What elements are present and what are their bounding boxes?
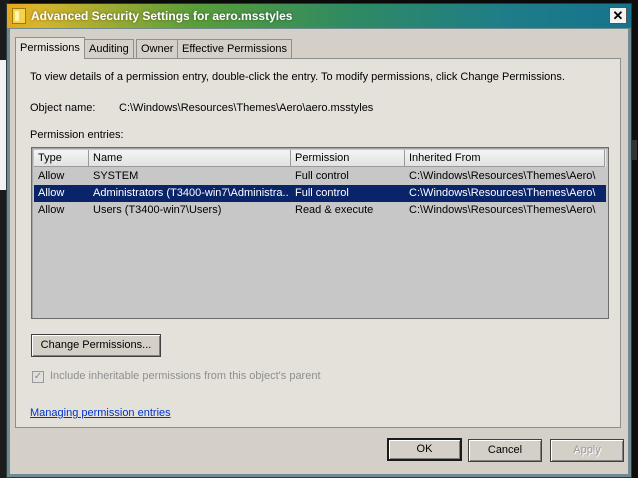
permission-entries-list[interactable]: Type Name Permission Inherited From Allo… — [31, 147, 609, 319]
table-row[interactable]: Allow SYSTEM Full control C:\Windows\Res… — [34, 168, 606, 185]
dialog-client-area: Permissions Auditing Owner Effective Per… — [10, 29, 628, 474]
change-permissions-button[interactable]: Change Permissions... — [31, 334, 161, 357]
cell-type: Allow — [38, 204, 65, 216]
apply-button[interactable]: Apply — [550, 439, 624, 462]
column-header-type[interactable]: Type — [34, 150, 89, 167]
cell-type: Allow — [38, 170, 65, 182]
cell-inherited-from: C:\Windows\Resources\Themes\Aero\ — [409, 187, 596, 199]
instructions-text: To view details of a permission entry, d… — [30, 71, 565, 83]
tab-auditing[interactable]: Auditing — [84, 39, 134, 58]
cell-name: Users (T3400-win7\Users) — [93, 204, 222, 216]
cancel-button[interactable]: Cancel — [468, 439, 542, 462]
folder-icon — [12, 8, 26, 24]
cell-inherited-from: C:\Windows\Resources\Themes\Aero\ — [409, 170, 596, 182]
ok-button[interactable]: OK — [387, 438, 462, 461]
inherit-permissions-label: Include inheritable permissions from thi… — [50, 370, 321, 382]
tab-effective-permissions[interactable]: Effective Permissions — [177, 39, 292, 58]
cell-name: Administrators (T3400-win7\Administra... — [93, 187, 289, 199]
column-header-permission[interactable]: Permission — [291, 150, 405, 167]
tab-permissions[interactable]: Permissions — [15, 37, 85, 59]
tab-owner[interactable]: Owner — [136, 39, 179, 58]
cell-inherited-from: C:\Windows\Resources\Themes\Aero\ — [409, 204, 596, 216]
table-row[interactable]: Allow Users (T3400-win7\Users) Read & ex… — [34, 202, 606, 219]
object-name-label: Object name: — [30, 102, 96, 114]
advanced-security-settings-dialog: Advanced Security Settings for aero.msst… — [6, 3, 632, 478]
column-header-inherited-from[interactable]: Inherited From — [405, 150, 605, 167]
cell-name: SYSTEM — [93, 170, 139, 182]
table-row-selected[interactable]: Allow Administrators (T3400-win7\Adminis… — [34, 185, 606, 202]
window-title: Advanced Security Settings for aero.msst… — [31, 9, 293, 23]
inherit-permissions-checkbox[interactable]: ✓ — [32, 371, 44, 383]
column-header-name[interactable]: Name — [89, 150, 291, 167]
managing-permission-entries-link[interactable]: Managing permission entries — [30, 407, 171, 419]
cell-permission: Read & execute — [295, 204, 374, 216]
permission-entries-label: Permission entries: — [30, 129, 124, 141]
title-bar[interactable]: Advanced Security Settings for aero.msst… — [7, 4, 631, 28]
cell-permission: Full control — [295, 187, 349, 199]
cell-type: Allow — [38, 187, 65, 199]
object-name-value: C:\Windows\Resources\Themes\Aero\aero.ms… — [119, 102, 374, 114]
permissions-tab-panel: To view details of a permission entry, d… — [15, 58, 621, 428]
list-header: Type Name Permission Inherited From — [34, 150, 606, 167]
close-button[interactable]: ✕ — [609, 7, 627, 24]
cell-permission: Full control — [295, 170, 349, 182]
